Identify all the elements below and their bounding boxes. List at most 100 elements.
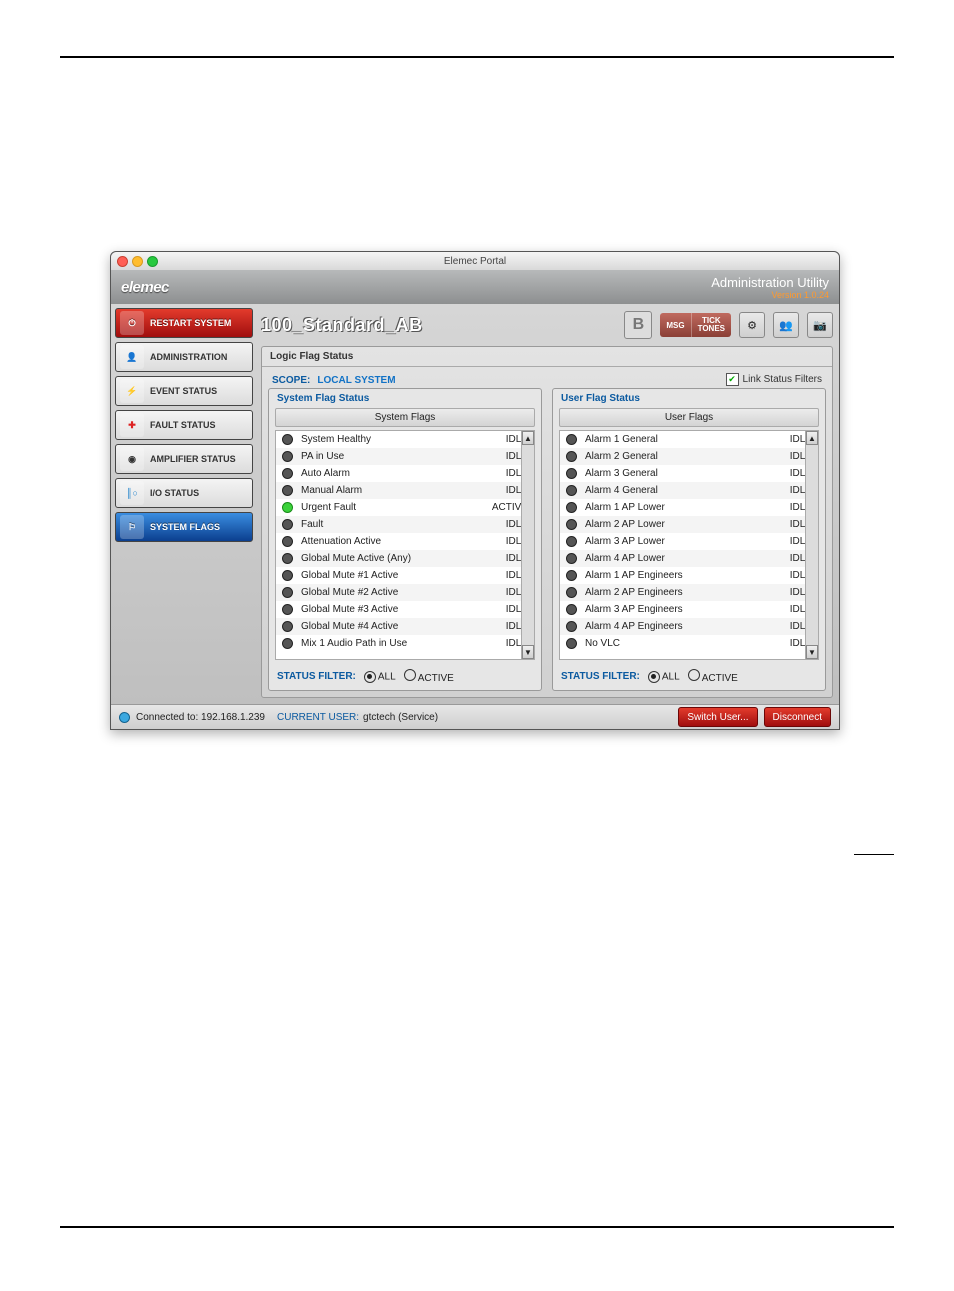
status-led-icon <box>282 604 293 615</box>
scroll-up-icon[interactable]: ▲ <box>806 431 818 445</box>
status-led-icon <box>566 434 577 445</box>
user-flag-status-heading: User Flag Status <box>553 389 825 408</box>
system-flags-list: System HealthyIDLE PA in UseIDLE Auto Al… <box>276 431 534 659</box>
sidebar-item-label: FAULT STATUS <box>150 420 216 430</box>
radio-active[interactable]: ACTIVE <box>688 669 738 684</box>
list-item: Alarm 4 AP LowerIDLE <box>560 550 818 567</box>
logic-flag-panel: Logic Flag Status SCOPE: LOCAL SYSTEM ✔ … <box>261 346 833 698</box>
current-user-value: gtctech (Service) <box>363 712 438 723</box>
list-item: Urgent FaultACTIVE <box>276 499 534 516</box>
connected-to: Connected to: 192.168.1.239 <box>136 712 265 723</box>
config-name: 100_Standard_AB <box>261 315 616 336</box>
radio-active[interactable]: ACTIVE <box>404 669 454 684</box>
minimize-icon[interactable] <box>132 256 143 267</box>
system-flags-column: System Flag Status System Flags System H… <box>268 388 542 691</box>
list-item: Alarm 1 AP LowerIDLE <box>560 499 818 516</box>
sidebar-item-label: RESTART SYSTEM <box>150 318 231 328</box>
zoom-icon[interactable] <box>147 256 158 267</box>
sidebar-administration[interactable]: 👤 ADMINISTRATION <box>115 342 253 372</box>
connection-led-icon <box>119 712 130 723</box>
status-led-icon <box>566 468 577 479</box>
scroll-down-icon[interactable]: ▼ <box>522 645 534 659</box>
status-filter-row: STATUS FILTER: ALL ACTIVE <box>553 663 825 690</box>
list-item: System HealthyIDLE <box>276 431 534 448</box>
sidebar-io-status[interactable]: ║○ I/O STATUS <box>115 478 253 508</box>
sidebar-system-flags[interactable]: ⚐ SYSTEM FLAGS <box>115 512 253 542</box>
status-led-icon <box>282 587 293 598</box>
status-led-icon <box>566 587 577 598</box>
user-flags-list: Alarm 1 GeneralIDLE Alarm 2 GeneralIDLE … <box>560 431 818 659</box>
list-item: Auto AlarmIDLE <box>276 465 534 482</box>
status-led-icon <box>566 536 577 547</box>
speaker-icon: ◉ <box>120 447 144 471</box>
status-led-icon <box>282 485 293 496</box>
radio-icon <box>404 669 416 681</box>
sidebar-event-status[interactable]: ⚡ EVENT STATUS <box>115 376 253 406</box>
radio-selected-icon <box>364 671 376 683</box>
switch-user-button[interactable]: Switch User... <box>678 707 757 727</box>
user-flags-column: User Flag Status User Flags Alarm 1 Gene… <box>552 388 826 691</box>
radio-all[interactable]: ALL <box>648 671 680 683</box>
bolt-icon: ⚡ <box>120 379 144 403</box>
list-item: Global Mute #1 ActiveIDLE <box>276 567 534 584</box>
status-led-icon <box>566 485 577 496</box>
sidebar-restart-system[interactable]: ⏻ RESTART SYSTEM <box>115 308 253 338</box>
camera-icon[interactable]: 📷 <box>807 312 833 338</box>
radio-all[interactable]: ALL <box>364 671 396 683</box>
list-item: Alarm 2 AP EngineersIDLE <box>560 584 818 601</box>
gear-icon[interactable]: ⚙ <box>739 312 765 338</box>
sidebar-item-label: I/O STATUS <box>150 488 199 498</box>
status-led-icon <box>566 604 577 615</box>
list-item: Alarm 3 GeneralIDLE <box>560 465 818 482</box>
status-led-icon <box>566 638 577 649</box>
list-item: Global Mute #3 ActiveIDLE <box>276 601 534 618</box>
sidebar-fault-status[interactable]: ✚ FAULT STATUS <box>115 410 253 440</box>
status-led-icon <box>566 502 577 513</box>
list-item: Manual AlarmIDLE <box>276 482 534 499</box>
status-led-icon <box>282 536 293 547</box>
user-flags-title: User Flags <box>559 408 819 427</box>
list-item: Alarm 1 AP EngineersIDLE <box>560 567 818 584</box>
link-status-filters-checkbox[interactable]: ✔ Link Status Filters <box>726 373 822 386</box>
status-led-icon <box>566 519 577 530</box>
plus-icon: ✚ <box>120 413 144 437</box>
status-filter-label: STATUS FILTER: <box>561 671 640 682</box>
pill-msg: MSG <box>660 313 691 337</box>
status-led-icon <box>282 502 293 513</box>
checkbox-checked-icon: ✔ <box>726 373 739 386</box>
list-item: Alarm 2 GeneralIDLE <box>560 448 818 465</box>
traffic-lights[interactable] <box>117 256 177 267</box>
sidebar-amplifier-status[interactable]: ◉ AMPLIFIER STATUS <box>115 444 253 474</box>
list-item: Alarm 3 AP LowerIDLE <box>560 533 818 550</box>
status-led-icon <box>566 553 577 564</box>
pill-tick-tones: TICKTONES <box>692 313 731 337</box>
scrollbar[interactable]: ▲ ▼ <box>521 431 534 659</box>
list-item: PA in UseIDLE <box>276 448 534 465</box>
brand-version: Version 1.0.24 <box>711 290 829 300</box>
sidebar-item-label: ADMINISTRATION <box>150 352 227 362</box>
list-item: Global Mute #4 ActiveIDLE <box>276 618 534 635</box>
list-item: Mix 1 Audio Path in UseIDLE <box>276 635 534 652</box>
close-icon[interactable] <box>117 256 128 267</box>
list-item: Global Mute #2 ActiveIDLE <box>276 584 534 601</box>
list-item: Attenuation ActiveIDLE <box>276 533 534 550</box>
sidebar: ⏻ RESTART SYSTEM 👤 ADMINISTRATION ⚡ EVEN… <box>111 304 257 704</box>
scroll-down-icon[interactable]: ▼ <box>806 645 818 659</box>
list-item: Alarm 3 AP EngineersIDLE <box>560 601 818 618</box>
list-item: Alarm 4 AP EngineersIDLE <box>560 618 818 635</box>
status-led-icon <box>566 570 577 581</box>
disconnect-button[interactable]: Disconnect <box>764 707 831 727</box>
status-led-icon <box>282 468 293 479</box>
scroll-up-icon[interactable]: ▲ <box>522 431 534 445</box>
scrollbar[interactable]: ▲ ▼ <box>805 431 818 659</box>
radio-icon <box>688 669 700 681</box>
scope-label: SCOPE: <box>272 375 310 386</box>
msg-tick-tones-pill[interactable]: MSG TICKTONES <box>660 313 731 337</box>
users-icon[interactable]: 👥 <box>773 312 799 338</box>
status-led-icon <box>282 434 293 445</box>
list-item: Alarm 2 AP LowerIDLE <box>560 516 818 533</box>
list-item: Alarm 4 GeneralIDLE <box>560 482 818 499</box>
power-icon: ⏻ <box>120 311 144 335</box>
radio-selected-icon <box>648 671 660 683</box>
user-admin-icon: 👤 <box>120 345 144 369</box>
